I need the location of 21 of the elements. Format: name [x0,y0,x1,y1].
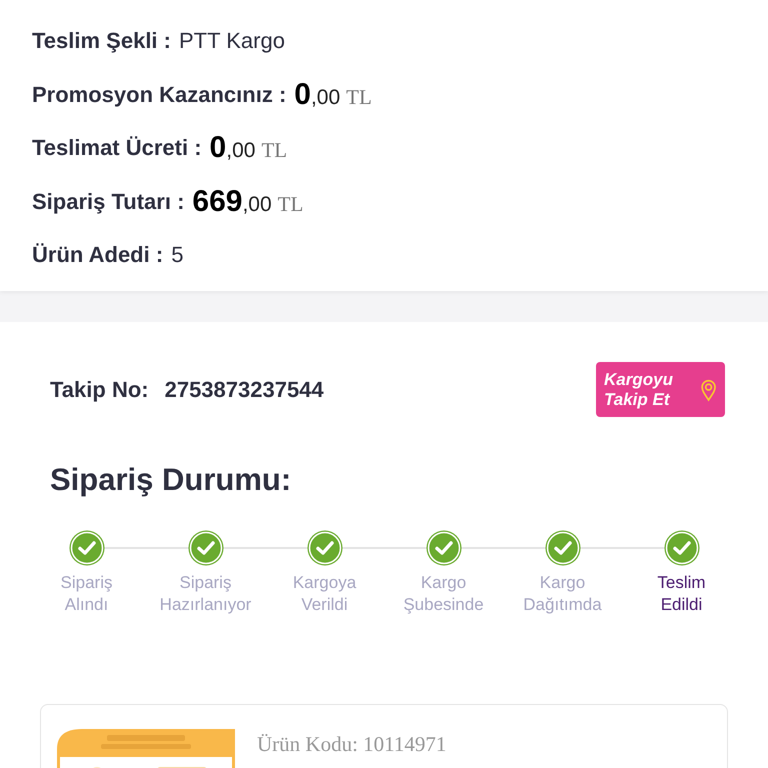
step-label: Kargo Şubesinde [403,572,484,616]
tracking-number: 2753873237544 [164,376,324,404]
tracking-label: Takip No: [50,376,149,404]
price-value: 669,00 TL [192,184,304,220]
product-code: Ürün Kodu: 10114971 [257,730,446,758]
track-cargo-button[interactable]: Kargoyu Takip Et [596,362,725,417]
price-value: 0,00 TL [210,130,288,166]
summary-label: Teslim Şekli : [32,27,171,56]
price-value: 0,00 TL [294,76,372,113]
summary-label: Promosyon Kazancınız : [32,80,286,109]
step-label: Kargo Dağıtımda [523,572,602,616]
step-label: Teslim Edildi [657,572,706,616]
summary-label: Teslimat Ücreti : [32,134,202,162]
summary-label: Sipariş Tutarı : [32,188,184,216]
step-label: Kargoya Verildi [292,572,356,616]
summary-label: Ürün Adedi : [32,241,164,270]
summary-value: PTT Kargo [178,27,285,56]
section-title: Sipariş Durumu: [50,461,292,499]
step-label: Sipariş Hazırlanıyor [160,572,252,616]
step-label: Sipariş Alındı [60,572,112,616]
summary-value: 5 [171,241,184,270]
